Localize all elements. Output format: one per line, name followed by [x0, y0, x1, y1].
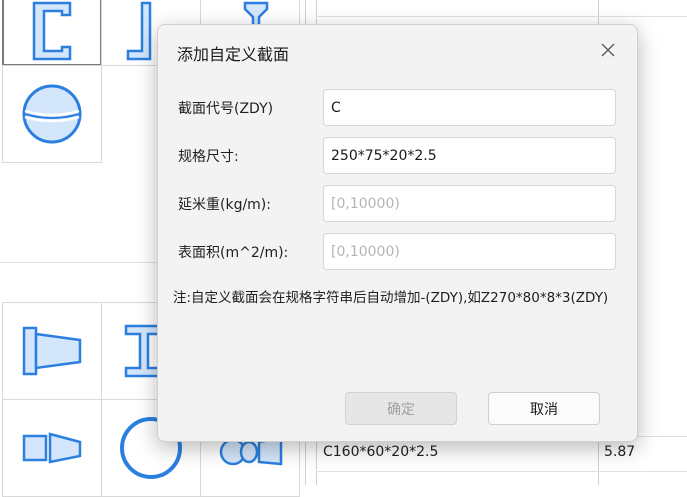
add-custom-section-dialog: 添加自定义截面 截面代号(ZDY) 规格尺寸: 延米重(kg/m): 表面积(m…	[157, 24, 638, 442]
c-channel-icon	[32, 1, 72, 61]
spec-size-input[interactable]	[323, 137, 616, 174]
section-cell-tapered-plate[interactable]	[2, 302, 102, 400]
dialog-note: 注:自定义截面会在规格字符串后自动增加-(ZDY),如Z270*80*8*3(Z…	[173, 290, 609, 306]
dialog-title: 添加自定义截面	[177, 45, 290, 64]
table-row-line	[316, 16, 687, 17]
j-channel-icon	[126, 1, 152, 61]
cancel-button[interactable]: 取消	[488, 392, 600, 425]
section-cell-c-channel[interactable]	[2, 0, 102, 66]
app-background: C160*60*20*2.5 5.87 添加自定义截面 截面代号(ZDY) 规格…	[0, 0, 687, 497]
table-cell-spec: C160*60*20*2.5	[323, 444, 439, 460]
section-cell-sphere[interactable]	[2, 65, 102, 163]
table-cell-weight: 5.87	[604, 444, 636, 460]
section-code-input[interactable]	[323, 89, 616, 126]
close-button[interactable]	[597, 39, 619, 61]
section-code-label: 截面代号(ZDY)	[178, 101, 274, 117]
table-row-line	[316, 471, 687, 472]
surface-area-input[interactable]	[323, 233, 616, 270]
sphere-section-icon	[22, 84, 82, 144]
surface-area-label: 表面积(m^2/m):	[178, 245, 289, 261]
grid-divider	[0, 262, 160, 263]
close-icon	[601, 43, 615, 57]
linear-weight-input[interactable]	[323, 185, 616, 222]
spec-size-label: 规格尺寸:	[178, 149, 239, 165]
ok-button[interactable]: 确定	[345, 392, 457, 425]
tapered-plate-icon	[22, 326, 82, 376]
section-cell-box-plate[interactable]	[2, 399, 102, 497]
linear-weight-label: 延米重(kg/m):	[178, 197, 271, 213]
box-plate-icon	[22, 432, 82, 464]
